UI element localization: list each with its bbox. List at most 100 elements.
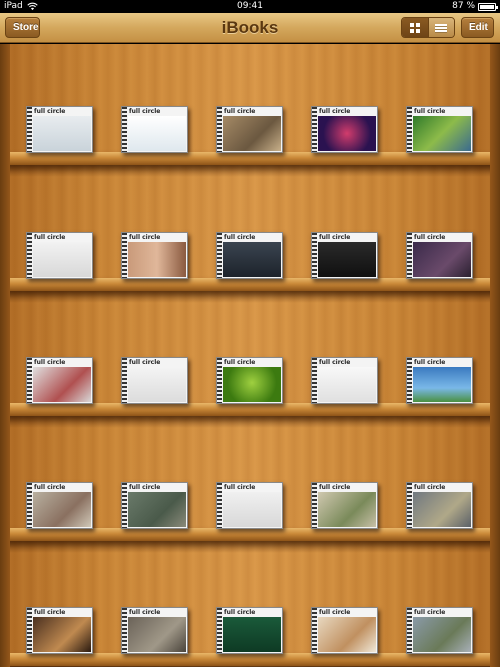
shelf-shadow [0,416,500,428]
shelf-ledge [0,403,500,416]
spiral-binding [217,233,222,278]
magazine-logo: full circle [34,359,66,366]
magazine-logo: full circle [319,108,351,115]
spiral-binding [312,358,317,403]
magazine-logo: full circle [129,484,161,491]
shelf-shadow [0,541,500,553]
book-cover[interactable]: full circle [406,232,473,279]
battery-icon [478,2,498,11]
cover-art [318,617,376,652]
magazine-logo: full circle [414,609,446,616]
spiral-binding [27,483,32,528]
book-cover[interactable]: full circle [26,106,93,153]
book-cover[interactable]: full circle [121,106,188,153]
spiral-binding [407,483,412,528]
book-cover[interactable]: full circle [26,482,93,529]
shelf-shadow [0,291,500,303]
shelf-ledge [0,653,500,666]
cover-art [33,492,91,527]
cover-art [223,242,281,277]
book-cover[interactable]: full circle [406,106,473,153]
cover-art [128,242,186,277]
spiral-binding [27,608,32,653]
book-cover[interactable]: full circle [311,106,378,153]
cover-art [223,367,281,402]
spiral-binding [407,358,412,403]
magazine-logo: full circle [34,484,66,491]
cover-art [318,242,376,277]
cover-art [318,367,376,402]
book-cover[interactable]: full circle [406,607,473,654]
spiral-binding [312,233,317,278]
book-cover[interactable]: full circle [216,357,283,404]
magazine-logo: full circle [414,484,446,491]
magazine-logo: full circle [129,359,161,366]
magazine-logo: full circle [129,108,161,115]
cover-art [223,116,281,151]
cover-art [223,492,281,527]
book-cover[interactable]: full circle [311,482,378,529]
book-cover[interactable]: full circle [121,232,188,279]
cover-art [413,367,471,402]
cover-art [413,116,471,151]
magazine-logo: full circle [224,108,256,115]
book-cover[interactable]: full circle [406,482,473,529]
spiral-binding [217,107,222,152]
book-cover[interactable]: full circle [121,357,188,404]
magazine-logo: full circle [224,234,256,241]
cover-art [413,242,471,277]
book-cover[interactable]: full circle [121,607,188,654]
book-cover[interactable]: full circle [311,607,378,654]
book-cover[interactable]: full circle [216,482,283,529]
magazine-logo: full circle [34,108,66,115]
spiral-binding [217,608,222,653]
magazine-logo: full circle [34,234,66,241]
book-cover[interactable]: full circle [121,482,188,529]
cover-art [33,116,91,151]
book-cover[interactable]: full circle [26,357,93,404]
spiral-binding [27,107,32,152]
spiral-binding [312,608,317,653]
magazine-logo: full circle [34,609,66,616]
spiral-binding [27,358,32,403]
cover-art [128,116,186,151]
magazine-logo: full circle [319,484,351,491]
magazine-logo: full circle [414,108,446,115]
magazine-logo: full circle [129,609,161,616]
spiral-binding [407,107,412,152]
list-view-button[interactable] [428,18,454,37]
cover-art [128,367,186,402]
magazine-logo: full circle [319,234,351,241]
spiral-binding [407,233,412,278]
shelf-ledge [0,278,500,291]
magazine-logo: full circle [319,609,351,616]
spiral-binding [122,107,127,152]
book-cover[interactable]: full circle [216,232,283,279]
cover-art [33,242,91,277]
book-cover[interactable]: full circle [406,357,473,404]
book-cover[interactable]: full circle [26,232,93,279]
cover-art [413,617,471,652]
spiral-binding [122,608,127,653]
grid-view-button[interactable] [402,18,429,37]
shelf-ledge [0,152,500,165]
magazine-logo: full circle [319,359,351,366]
edit-button[interactable]: Edit [461,17,494,38]
book-cover[interactable]: full circle [311,357,378,404]
book-cover[interactable]: full circle [311,232,378,279]
status-bar: iPad 09:41 87 % [0,0,500,13]
cover-art [128,617,186,652]
cover-art [33,617,91,652]
shelf-ledge [0,528,500,541]
book-cover[interactable]: full circle [216,607,283,654]
cover-art [413,492,471,527]
status-bar-right: 87 % [452,0,498,13]
list-icon [435,23,448,32]
spiral-binding [122,483,127,528]
book-cover[interactable]: full circle [216,106,283,153]
toolbar: Store iBooks Edit [0,13,500,43]
book-cover[interactable]: full circle [26,607,93,654]
spiral-binding [217,358,222,403]
view-mode-control [401,17,455,38]
cover-art [128,492,186,527]
